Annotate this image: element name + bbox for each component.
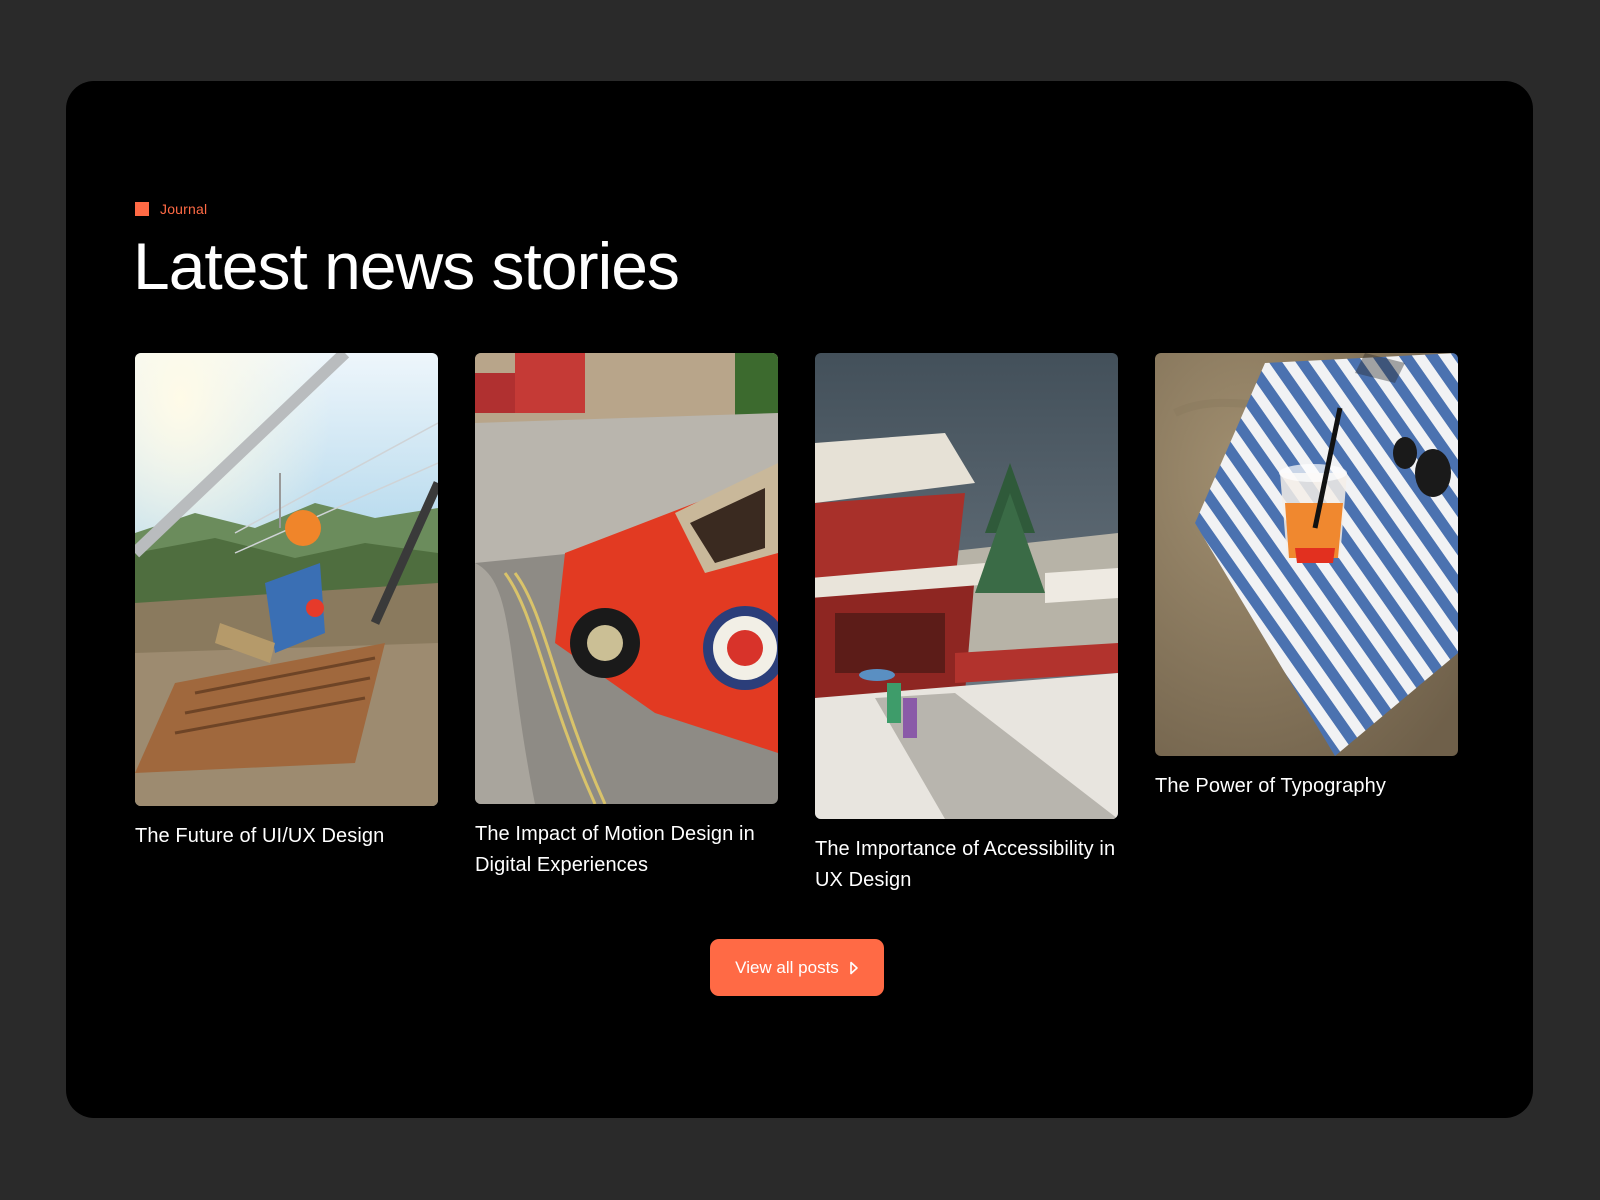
post-title[interactable]: The Impact of Motion Design in Digital E… [475,819,778,881]
caret-right-icon [850,961,858,974]
eyebrow-square-icon [135,202,149,216]
section-title: Latest news stories [133,229,680,303]
post-image-red-car[interactable] [475,353,778,804]
post-title[interactable]: The Future of UI/UX Design [135,821,438,852]
view-all-posts-button[interactable]: View all posts [710,939,884,996]
eyebrow: Journal [135,201,207,217]
post-card[interactable]: The Future of UI/UX Design [135,353,438,852]
post-card[interactable]: The Power of Typography [1155,353,1458,802]
post-image-zipline[interactable] [135,353,438,806]
post-card[interactable]: The Importance of Accessibility in UX De… [815,353,1118,896]
post-card[interactable]: The Impact of Motion Design in Digital E… [475,353,778,881]
journal-section: Journal Latest news stories The Future o… [66,81,1533,1118]
post-title[interactable]: The Power of Typography [1155,771,1458,802]
eyebrow-label: Journal [160,201,208,217]
post-image-beach-towel[interactable] [1155,353,1458,756]
post-image-snow-temple[interactable] [815,353,1118,819]
view-all-posts-label: View all posts [735,957,839,977]
post-title[interactable]: The Importance of Accessibility in UX De… [815,834,1118,896]
